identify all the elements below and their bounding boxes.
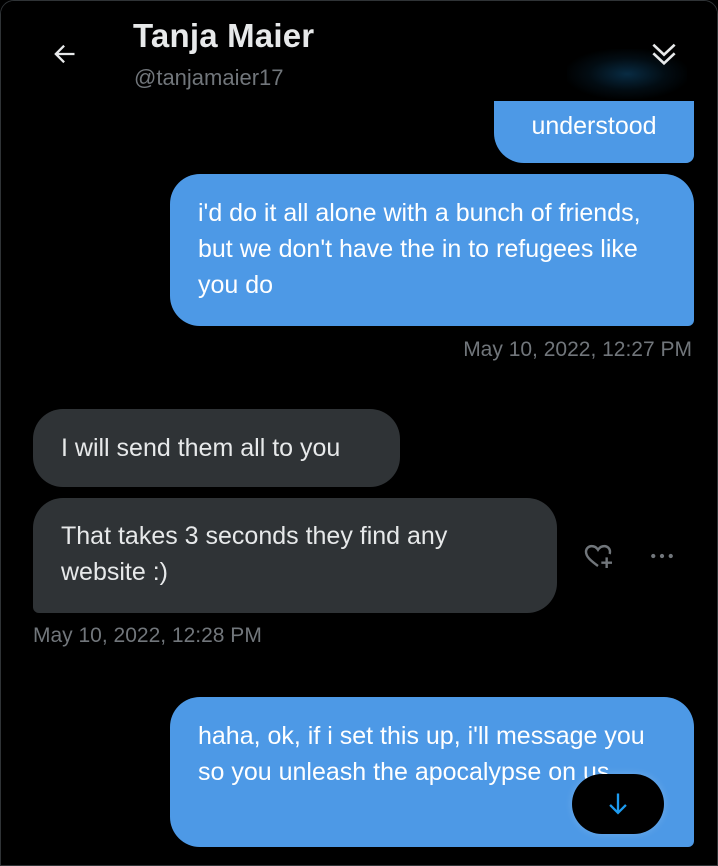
scroll-to-bottom-button[interactable]: [572, 774, 664, 834]
message-bubble-received[interactable]: That takes 3 seconds they find any websi…: [33, 498, 557, 613]
message-bubble-received[interactable]: I will send them all to you: [33, 409, 400, 487]
message-bubble-sent[interactable]: understood: [494, 101, 694, 163]
message-timestamp: May 10, 2022, 12:28 PM: [33, 624, 262, 647]
collapse-button[interactable]: [641, 31, 687, 77]
more-horizontal-icon: [651, 553, 673, 559]
message-timestamp: May 10, 2022, 12:27 PM: [463, 338, 692, 361]
arrow-left-icon: [54, 44, 75, 64]
message-bubble-sent[interactable]: i'd do it all alone with a bunch of frie…: [170, 174, 694, 326]
conversation-handle: @tanjamaier17: [134, 65, 284, 90]
back-button[interactable]: [41, 31, 87, 77]
arrow-down-icon: [609, 793, 627, 815]
more-options-button[interactable]: [642, 536, 682, 576]
heart-plus-icon: [584, 544, 612, 568]
conversation-title: Tanja Maier: [133, 17, 315, 54]
conversation-header: Tanja Maier @tanjamaier17: [1, 1, 717, 101]
double-chevron-down-icon: [652, 43, 676, 66]
react-button[interactable]: [578, 536, 618, 576]
dm-conversation: Tanja Maier @tanjamaier17 understood i'd…: [0, 0, 718, 866]
